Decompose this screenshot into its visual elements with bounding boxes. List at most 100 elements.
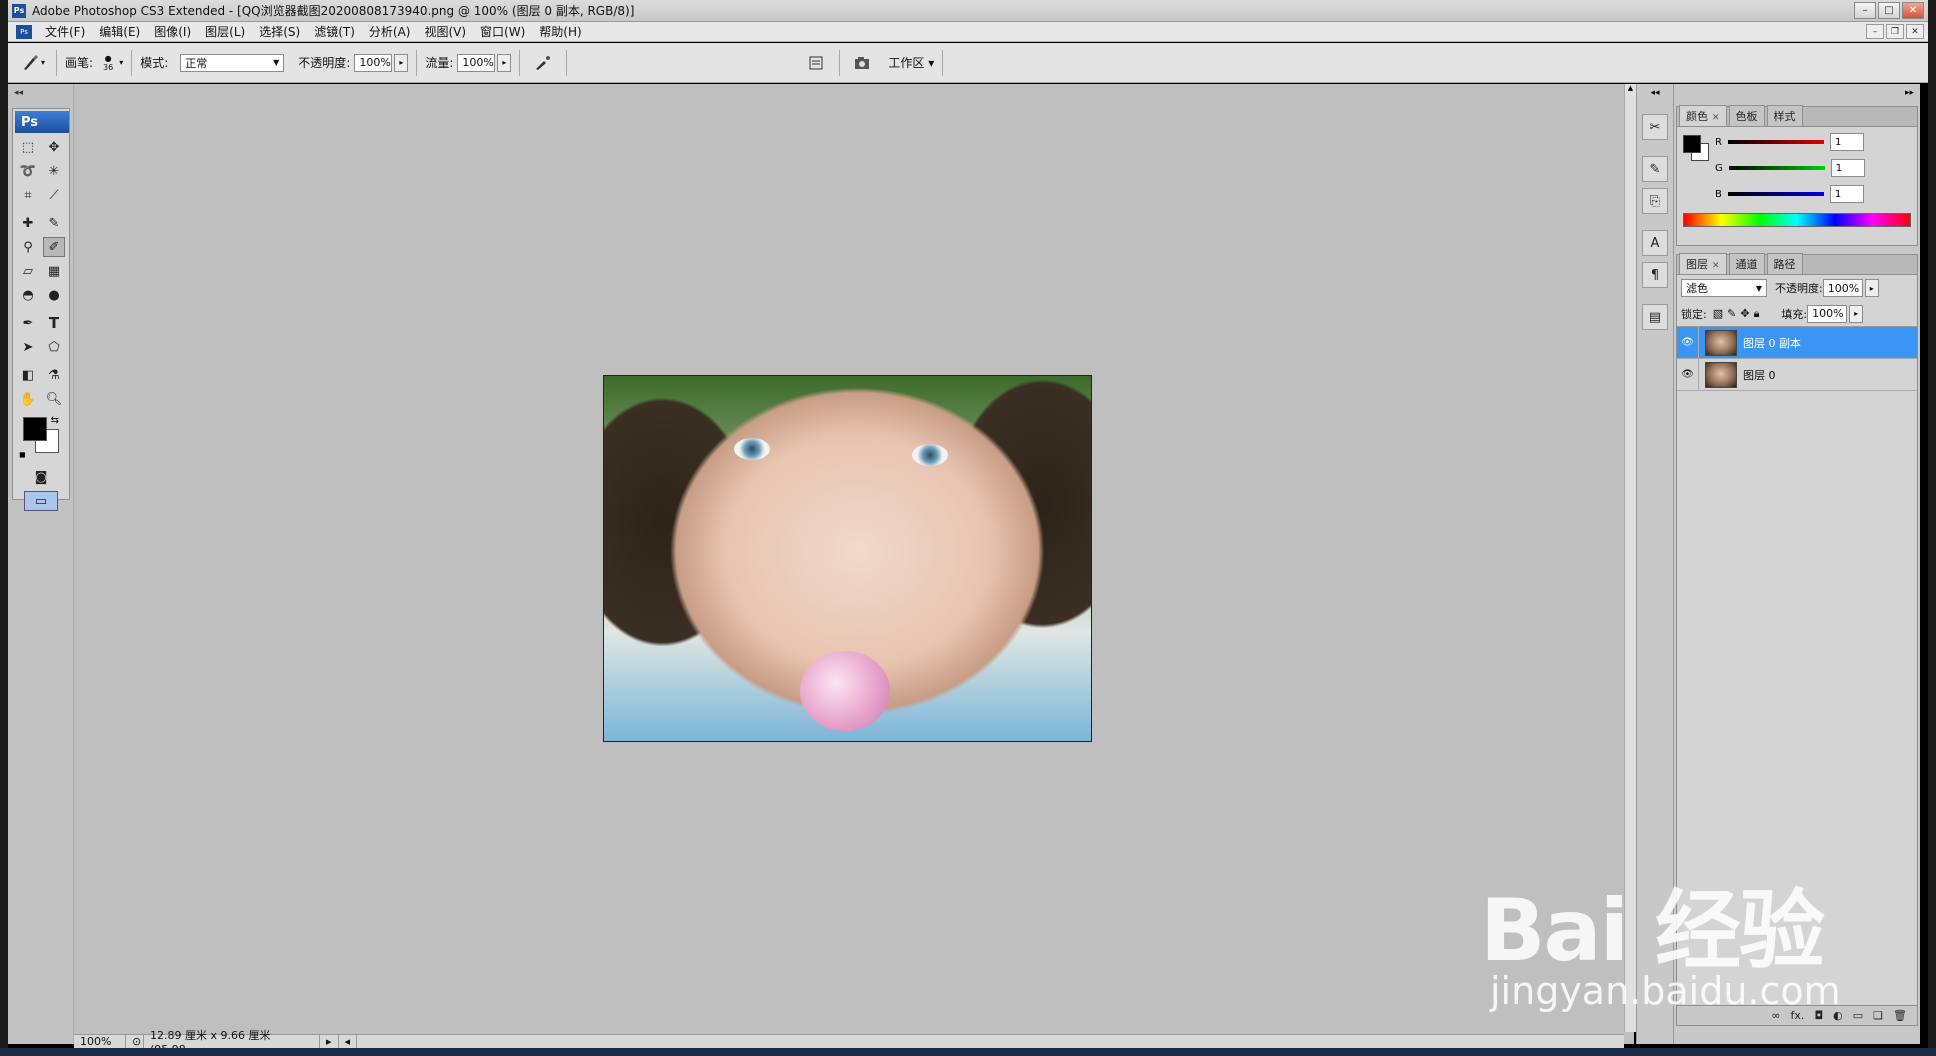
document-icon[interactable]: Ps: [16, 24, 32, 39]
lasso-tool-icon[interactable]: ➰: [17, 161, 39, 181]
workspace-menu[interactable]: 工作区 ▾: [888, 54, 934, 71]
dock-collapse-icon[interactable]: ▸▸: [1674, 88, 1920, 98]
lock-position-icon[interactable]: ✥: [1740, 307, 1749, 320]
brush-picker[interactable]: ● 36: [103, 54, 113, 72]
move-tool-icon[interactable]: ✥: [43, 137, 65, 157]
zoom-tool-icon[interactable]: 🔍︎: [43, 389, 65, 409]
color-fg-swatch[interactable]: [1683, 135, 1701, 153]
tool-preset-picker[interactable]: ▾: [18, 51, 48, 75]
expand-dock-icon[interactable]: ◂◂: [1637, 88, 1673, 98]
os-taskbar[interactable]: [0, 1048, 1936, 1056]
foreground-color[interactable]: [23, 417, 47, 441]
scroll-up-icon[interactable]: ▲: [1625, 84, 1636, 92]
visibility-eye-icon[interactable]: 👁︎: [1677, 326, 1699, 359]
palette-toggle[interactable]: [801, 51, 831, 75]
menu-help[interactable]: 帮助(H): [532, 23, 588, 40]
menu-file[interactable]: 文件(F): [38, 23, 92, 40]
healing-brush-tool-icon[interactable]: ✚: [17, 213, 39, 233]
flow-slider-toggle[interactable]: ▸: [497, 53, 512, 72]
doc-restore-button[interactable]: ❐: [1886, 24, 1904, 39]
gradient-tool-icon[interactable]: ▦: [43, 261, 65, 281]
blend-mode-select[interactable]: 滤色 ▼: [1681, 279, 1767, 297]
tab-color[interactable]: 颜色 ✕: [1679, 105, 1727, 126]
menu-window[interactable]: 窗口(W): [473, 23, 532, 40]
hand-tool-icon[interactable]: ✋: [17, 389, 39, 409]
history-brush-tool-icon[interactable]: ✐: [43, 237, 65, 257]
brush-dropdown-icon[interactable]: ▾: [119, 58, 123, 67]
menu-layer[interactable]: 图层(L): [198, 23, 252, 40]
eraser-tool-icon[interactable]: ▱: [17, 261, 39, 281]
menu-image[interactable]: 图像(I): [147, 23, 198, 40]
layer-opacity-input[interactable]: 100%: [1822, 279, 1863, 297]
fill-toggle[interactable]: ▸: [1849, 304, 1864, 323]
opacity-slider-toggle[interactable]: ▸: [394, 53, 409, 72]
marquee-tool-icon[interactable]: ⬚: [17, 137, 39, 157]
layer-row[interactable]: 👁︎ 图层 0: [1677, 358, 1917, 391]
menu-filter[interactable]: 滤镜(T): [307, 23, 362, 40]
channel-b-slider[interactable]: [1727, 192, 1824, 196]
channel-r-slider[interactable]: [1727, 140, 1824, 144]
default-colors-icon[interactable]: ◼: [19, 450, 26, 459]
maximize-button[interactable]: □: [1878, 2, 1900, 19]
paragraph-icon[interactable]: ¶: [1642, 262, 1668, 288]
type-tool-icon[interactable]: T: [43, 313, 65, 333]
minimize-button[interactable]: –: [1854, 2, 1876, 19]
channel-g-input[interactable]: 1: [1830, 159, 1865, 177]
notes-tool-icon[interactable]: ◧: [17, 365, 39, 385]
path-selection-tool-icon[interactable]: ➤: [17, 337, 39, 357]
layer-row[interactable]: 👁︎ 图层 0 副本: [1677, 326, 1917, 359]
document-canvas[interactable]: [603, 375, 1092, 742]
brush-tool-icon[interactable]: ✎: [43, 213, 65, 233]
blur-tool-icon[interactable]: ◓: [17, 285, 39, 305]
shape-tool-icon[interactable]: ⬠: [43, 337, 65, 357]
eyedropper-tool-icon[interactable]: ⚗: [43, 365, 65, 385]
screen-mode-icon[interactable]: ▭: [24, 491, 58, 511]
lock-pixels-icon[interactable]: ✎: [1727, 307, 1736, 320]
layer-opacity-toggle[interactable]: ▸: [1864, 279, 1879, 297]
crop-tool-icon[interactable]: ⌗: [17, 185, 39, 205]
tab-layers[interactable]: 图层 ✕: [1679, 253, 1727, 274]
clone-source-icon[interactable]: ⎘: [1642, 188, 1668, 214]
doc-minimize-button[interactable]: –: [1866, 24, 1884, 39]
mode-select[interactable]: 正常 ▼: [180, 53, 285, 72]
opacity-input[interactable]: 100%: [354, 53, 393, 72]
channel-r-input[interactable]: 1: [1829, 133, 1864, 151]
menu-select[interactable]: 选择(S): [252, 23, 307, 40]
menu-view[interactable]: 视图(V): [417, 23, 473, 40]
channel-g-slider[interactable]: [1728, 166, 1825, 170]
visibility-eye-icon[interactable]: 👁︎: [1677, 358, 1699, 391]
layer-comps-icon[interactable]: ▤: [1642, 304, 1668, 330]
menu-analysis[interactable]: 分析(A): [362, 23, 418, 40]
lock-all-icon[interactable]: 🔒︎: [1754, 307, 1760, 321]
slice-tool-icon[interactable]: ⟋: [43, 185, 65, 205]
quick-mask-icon[interactable]: ◙: [30, 467, 52, 487]
h-scroll-left[interactable]: ◂: [339, 1034, 358, 1049]
swap-colors-icon[interactable]: ⇆: [51, 415, 59, 426]
tab-paths[interactable]: 路径: [1766, 253, 1803, 274]
doc-close-button[interactable]: ✕: [1906, 24, 1924, 39]
brushes-icon[interactable]: ✎: [1642, 156, 1668, 182]
lock-transparency-icon[interactable]: ▧: [1713, 307, 1723, 320]
tab-channels[interactable]: 通道: [1728, 253, 1765, 274]
ps-logo[interactable]: Ps: [15, 111, 69, 133]
status-icon[interactable]: ⊙: [126, 1034, 144, 1049]
airbrush-toggle[interactable]: [528, 51, 558, 75]
zoom-level[interactable]: 100%: [74, 1034, 126, 1049]
collapse-icon[interactable]: ◂◂: [14, 88, 73, 98]
clone-stamp-tool-icon[interactable]: ⚲: [17, 237, 39, 257]
color-spectrum[interactable]: [1683, 213, 1911, 227]
flow-input[interactable]: 100%: [457, 53, 496, 72]
pen-tool-icon[interactable]: ✒: [17, 313, 39, 333]
tab-swatches[interactable]: 色板: [1728, 105, 1765, 126]
channel-b-input[interactable]: 1: [1829, 185, 1864, 203]
tool-presets-icon[interactable]: ✂: [1642, 114, 1668, 140]
menu-edit[interactable]: 编辑(E): [92, 23, 147, 40]
fill-input[interactable]: 100%: [1807, 304, 1848, 323]
dodge-tool-icon[interactable]: ●: [43, 285, 65, 305]
close-button[interactable]: ✕: [1902, 2, 1924, 19]
bridge-button[interactable]: [848, 51, 878, 75]
close-icon[interactable]: ✕: [1712, 113, 1720, 123]
magic-wand-tool-icon[interactable]: ✳: [43, 161, 65, 181]
tab-styles[interactable]: 样式: [1766, 105, 1803, 126]
character-icon[interactable]: A: [1642, 230, 1668, 256]
